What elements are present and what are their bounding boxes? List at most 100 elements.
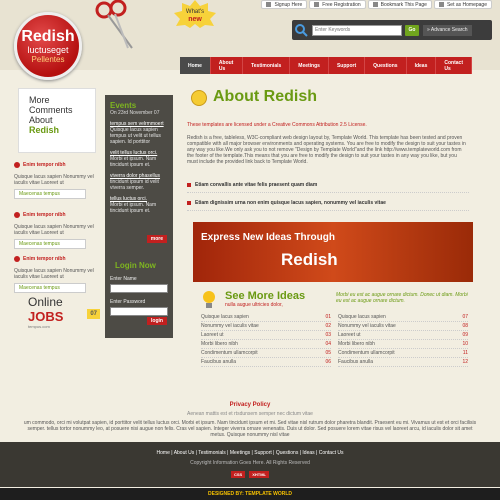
site-logo[interactable]: Redish luctuseget Pellentes <box>14 12 82 80</box>
search-bar: Go » Advance Search <box>292 20 492 40</box>
list-item[interactable]: Condimentum ullamcorpit 05 <box>201 349 331 358</box>
left-feature: Enim tempor nibh Quisque lacus sapien No… <box>14 212 98 249</box>
more-comments-line3: About <box>29 115 53 125</box>
whats-new-badge: What's new <box>174 0 216 28</box>
list-item-label: Morbi libero nibh <box>201 341 238 347</box>
footer-link-ideas[interactable]: Ideas <box>302 450 314 456</box>
about-bullet[interactable]: Etiam convallis ante vitae felis praesen… <box>187 182 469 193</box>
footer-link-about-us[interactable]: About Us <box>174 450 195 456</box>
left-feature-tag[interactable]: Maecenas tempus <box>14 283 86 293</box>
list-item-number: 07 <box>462 314 468 320</box>
main-nav: Home About Us Testimonials Meetings Supp… <box>180 57 472 74</box>
list-item-number: 08 <box>462 323 468 329</box>
left-feature-tag[interactable]: Maecenas tempus <box>14 239 86 249</box>
list-item[interactable]: Quisque lacus sapien 01 <box>201 313 331 322</box>
homepage-link[interactable]: Set as Homepage <box>433 0 492 9</box>
left-feature-text: Quisque lacus sapien Nonummy vel iaculis… <box>14 174 94 186</box>
more-comments-box[interactable]: More Comments About Redish <box>18 88 96 153</box>
left-feature: Enim tempor nibh Quisque lacus sapien No… <box>14 256 98 293</box>
list-item[interactable]: Faucibus anulla 06 <box>201 358 331 367</box>
go-button[interactable]: Go <box>405 24 419 36</box>
list-item[interactable]: Quisque lacus sapien 07 <box>338 313 468 322</box>
name-input[interactable] <box>110 284 168 293</box>
designed-by[interactable]: DESIGNED BY: TEMPLATE WORLD <box>0 488 500 500</box>
css-badge[interactable]: CSS <box>230 471 246 478</box>
name-label: Enter Name <box>110 276 137 282</box>
footer-link-testimonials[interactable]: Testimonials <box>198 450 226 456</box>
list-item-label: Laoreet ut <box>338 332 361 338</box>
list-item[interactable]: Morbi libero nibh 04 <box>201 340 331 349</box>
policy-title[interactable]: Privacy Policy <box>0 402 500 408</box>
footer-link-questions[interactable]: Questions <box>276 450 299 456</box>
search-icon <box>295 24 308 37</box>
more-comments-line4: Redish <box>29 125 60 135</box>
more-comments-line2: Comments <box>29 105 73 115</box>
footer-link-home[interactable]: Home <box>157 450 170 456</box>
nav-meetings[interactable]: Meetings <box>290 57 329 74</box>
left-feature-heading[interactable]: Enim tempor nibh <box>14 256 98 262</box>
footer-link-support[interactable]: Support <box>254 450 272 456</box>
list-item[interactable]: Laoreet ut 09 <box>338 331 468 340</box>
nav-support[interactable]: Support <box>329 57 366 74</box>
left-feature: Enim tempor nibh Quisque lacus sapien No… <box>14 162 98 199</box>
ideas-banner[interactable]: Express New Ideas Through Redish <box>193 222 473 282</box>
left-feature-title: Enim tempor nibh <box>23 212 66 218</box>
online-jobs-ad[interactable]: Online JOBS tempus.com 07 <box>28 295 100 343</box>
online-jobs-line1: Online <box>28 295 63 309</box>
event-text: Morbi et ipsum. Nam tincidunt ipsum et. <box>110 156 157 168</box>
footer-nav: Home | About Us | Testimonials | Meeting… <box>156 450 344 456</box>
login-button[interactable]: login <box>147 317 167 325</box>
list-item-label: Condimentum ullamcorpit <box>201 350 258 356</box>
list-item-number: 01 <box>325 314 331 320</box>
events-date: On 23rd November 07 <box>110 110 160 116</box>
more-comments-title: More Comments About Redish <box>19 89 95 135</box>
list-item-number: 12 <box>462 359 468 365</box>
signup-link[interactable]: Signup Here <box>261 0 308 9</box>
bullet-icon <box>187 183 191 187</box>
about-bullet-text: Etiam convallis ante vitae felis praesen… <box>195 182 318 188</box>
registration-icon <box>314 2 320 7</box>
license-text: These templates are licensed under a Cre… <box>187 122 367 128</box>
nav-contact-us[interactable]: Contact Us <box>436 57 472 74</box>
online-jobs-sub: tempus.com <box>28 324 50 329</box>
left-feature-heading[interactable]: Enim tempor nibh <box>14 162 98 168</box>
list-item-label: Faucibus anulla <box>338 359 374 365</box>
ideas-list-right: Quisque lacus sapien 07 Nonummy vel iacul… <box>338 313 468 367</box>
list-item[interactable]: Laoreet ut 03 <box>201 331 331 340</box>
events-more-button[interactable]: more <box>146 235 167 243</box>
footer-link-contact-us[interactable]: Contact Us <box>319 450 344 456</box>
bookmark-link[interactable]: Bookmark This Page <box>367 0 432 9</box>
banner-line2: Redish <box>281 250 338 269</box>
home-icon <box>438 2 444 7</box>
left-feature-heading[interactable]: Enim tempor nibh <box>14 212 98 218</box>
list-item-label: Nonummy vel iaculis vitae <box>338 323 396 329</box>
list-item-label: Morbi libero nibh <box>338 341 375 347</box>
nav-about-us[interactable]: About Us <box>211 57 244 74</box>
left-feature-tag[interactable]: Maecenas tempus <box>14 189 86 199</box>
password-label: Enter Password <box>110 299 146 305</box>
about-bullet[interactable]: Etiam dignissim urna non enim quisque la… <box>187 200 469 211</box>
bookmark-label: Bookmark This Page <box>380 1 427 8</box>
nav-ideas[interactable]: Ideas <box>407 57 437 74</box>
see-more-subtitle: nulla augue ultricies dolor, <box>225 302 283 308</box>
list-item[interactable]: Morbi libero nibh 10 <box>338 340 468 349</box>
password-input[interactable] <box>110 307 168 316</box>
advanced-search-button[interactable]: » Advance Search <box>423 24 472 36</box>
see-more-title: See More Ideas <box>225 290 306 302</box>
banner-line1: Express New Ideas Through <box>201 232 335 243</box>
event-text: tincidunt ipsum id velit viverra semper. <box>110 179 159 191</box>
registration-label: Free Registration <box>322 1 361 8</box>
registration-link[interactable]: Free Registration <box>309 0 366 9</box>
events-title: Events <box>110 101 137 110</box>
list-item[interactable]: Condimentum ullamcorpit 11 <box>338 349 468 358</box>
event-item: tellus luctus orci. Morbi et ipsum. Nam t… <box>110 196 168 214</box>
xhtml-badge[interactable]: XHTML <box>249 471 269 478</box>
nav-testimonials[interactable]: Testimonials <box>243 57 291 74</box>
nav-questions[interactable]: Questions <box>365 57 407 74</box>
list-item[interactable]: Faucibus anulla 12 <box>338 358 468 367</box>
search-input[interactable] <box>312 24 402 36</box>
list-item[interactable]: Nonummy vel iaculis vitae 02 <box>201 322 331 331</box>
nav-home[interactable]: Home <box>180 57 211 74</box>
list-item[interactable]: Nonummy vel iaculis vitae 08 <box>338 322 468 331</box>
footer-link-meetings[interactable]: Meetings <box>230 450 250 456</box>
